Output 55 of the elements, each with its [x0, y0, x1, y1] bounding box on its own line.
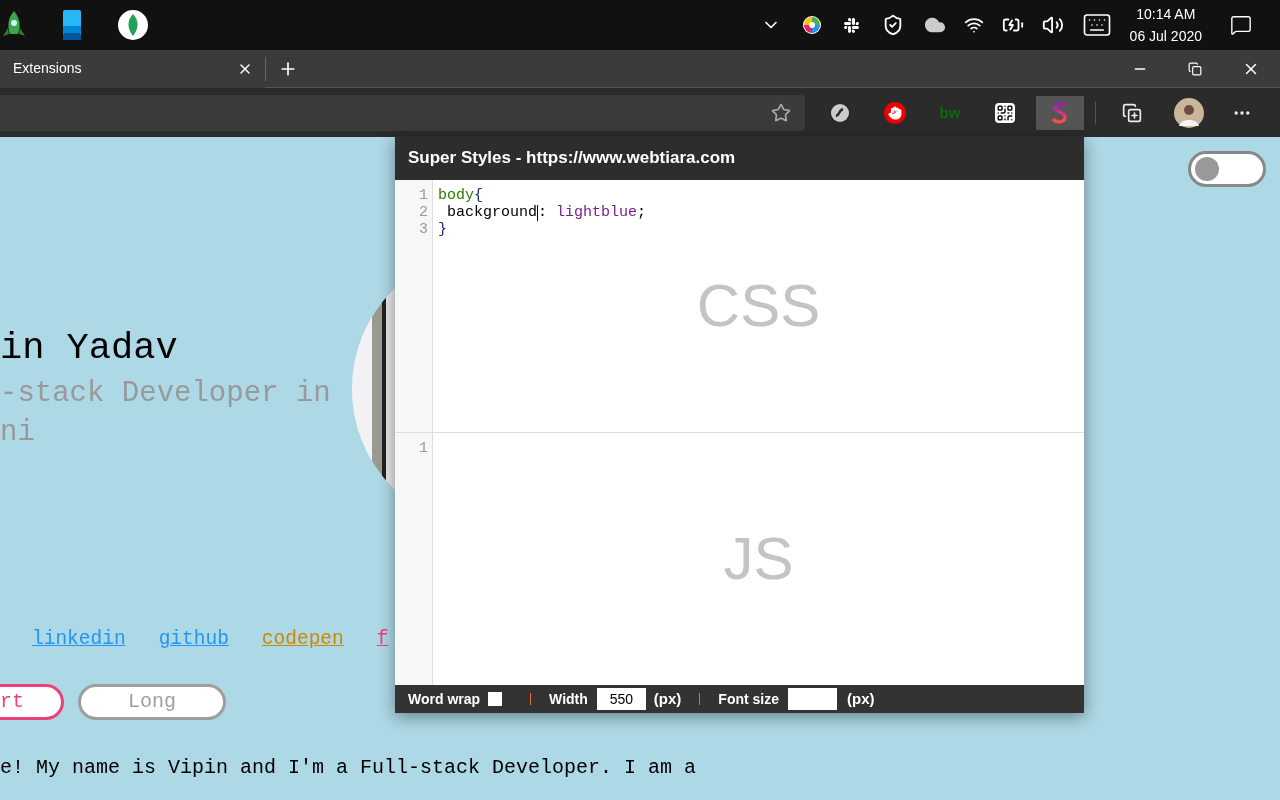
code-editor[interactable]: 1 2 3 body{ background: lightblue; } CSS	[395, 180, 1084, 432]
code-token: body	[438, 187, 474, 204]
code-token: {	[474, 187, 484, 204]
wifi-icon[interactable]	[963, 15, 984, 35]
code-token: background	[446, 204, 538, 221]
line-number: 1	[419, 440, 429, 457]
toggle-option-button[interactable]: Long	[78, 684, 226, 720]
name-heading: in Yadav	[0, 326, 179, 370]
font-size-label: Font size	[718, 689, 779, 709]
code-token: lightblue	[556, 204, 638, 221]
leaf-icon[interactable]	[118, 10, 148, 40]
phone-icon[interactable]	[62, 10, 82, 40]
code-token: }	[438, 221, 447, 238]
volume-icon[interactable]	[1041, 14, 1064, 36]
font-size-unit: (px)	[847, 688, 875, 709]
color-wheel-icon[interactable]	[802, 16, 821, 34]
social-link[interactable]: linkedin	[32, 625, 126, 655]
toggle-option-button[interactable]: rt	[0, 684, 64, 720]
code-token: ;	[637, 204, 647, 221]
word-wrap-checkbox[interactable]	[488, 692, 503, 706]
clock-date: 06 Jul 2020	[1129, 27, 1202, 46]
extension-button[interactable]: bw	[926, 95, 974, 130]
line-number: 2	[419, 204, 429, 221]
restore-icon[interactable]	[1188, 61, 1202, 76]
word-wrap-label: Word wrap	[408, 689, 481, 709]
toggle-switch[interactable]	[1188, 151, 1266, 187]
social-link[interactable]: github	[158, 625, 229, 655]
code-token: :	[538, 204, 549, 221]
favorite-star-icon[interactable]	[771, 102, 791, 123]
s-logo-icon	[1052, 101, 1068, 124]
about-paragraph: e! My name is Vipin and I'm a Full-stack Developer. I am a	[0, 755, 698, 781]
editor-watermark: JS	[722, 529, 795, 589]
tab-title: Extensions	[13, 59, 82, 78]
qr-code-icon	[995, 102, 1015, 123]
line-number: 1	[419, 187, 429, 204]
popup-title: Super Styles - https://www.webtiara.com	[408, 147, 736, 170]
stop-hand-icon	[884, 101, 906, 124]
notification-icon[interactable]	[1230, 14, 1252, 36]
collections-icon[interactable]	[1122, 102, 1142, 123]
editor-watermark: CSS	[695, 276, 822, 336]
extension-logo: bw	[939, 105, 961, 120]
width-label: Width	[549, 689, 588, 709]
sphere-icon	[830, 102, 850, 123]
width-input[interactable]: 550	[596, 688, 646, 710]
slack-icon[interactable]	[842, 16, 860, 34]
subtitle: -stack Developer in ni	[0, 376, 332, 451]
font-size-input[interactable]	[788, 688, 837, 710]
social-link[interactable]: f	[376, 625, 389, 655]
line-number: 3	[419, 221, 429, 238]
clock[interactable]: 10:14 AM 06 Jul 2020	[1129, 3, 1202, 47]
code-editor[interactable]: 1 JS	[395, 433, 1084, 685]
social-link[interactable]: codepen	[261, 625, 344, 655]
avatar[interactable]	[1174, 97, 1204, 128]
clock-time: 10:14 AM	[1136, 5, 1196, 24]
width-unit: (px)	[653, 688, 682, 709]
